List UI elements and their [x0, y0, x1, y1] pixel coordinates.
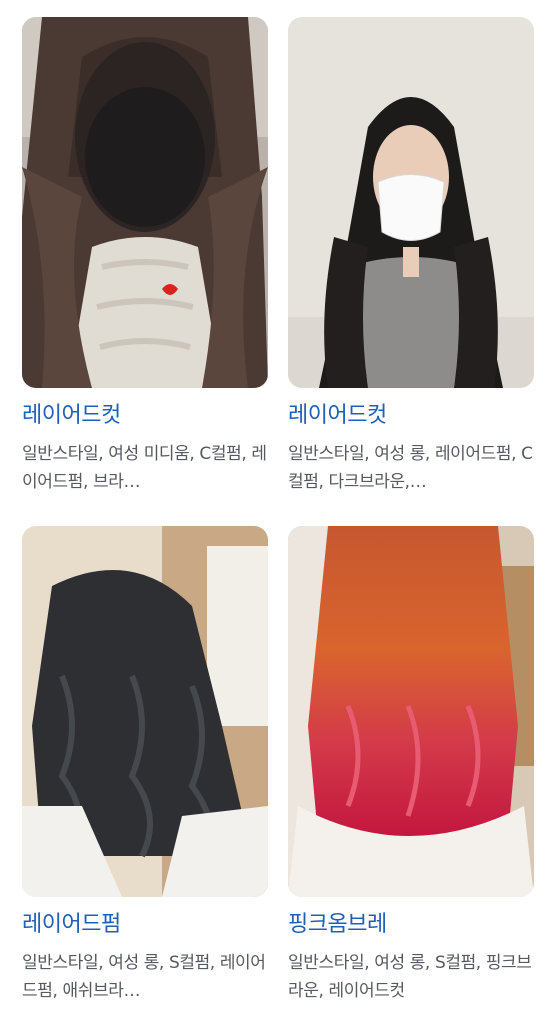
result-title[interactable]: 레이어드펌 [22, 910, 268, 940]
result-description: 일반스타일, 여성 롱, S컬펌, 핑크브라운, 레이어드컷 [288, 953, 532, 1001]
result-card[interactable]: 레이어드펌 일반스타일, 여성 롱, S컬펌, 레이어드펌, 애쉬브라… [22, 526, 268, 1005]
result-title[interactable]: 레이어드컷 [288, 401, 534, 431]
result-title[interactable]: 레이어드컷 [22, 401, 268, 431]
result-thumbnail[interactable] [288, 17, 534, 388]
result-description: 일반스타일, 여성 롱, 레이어드펌, C컬펌, 다크브라운,… [288, 444, 533, 492]
hairstyle-photo [288, 17, 534, 388]
result-card[interactable]: 핑크옴브레 일반스타일, 여성 롱, S컬펌, 핑크브라운, 레이어드컷 [288, 526, 534, 1005]
result-description: 일반스타일, 여성 롱, S컬펌, 레이어드펌, 애쉬브라… [22, 953, 266, 1001]
result-thumbnail[interactable] [22, 17, 268, 388]
result-card[interactable]: 레이어드컷 일반스타일, 여성 롱, 레이어드펌, C컬펌, 다크브라운,… [288, 17, 534, 496]
result-thumbnail[interactable] [22, 526, 268, 897]
hairstyle-photo [22, 526, 268, 897]
hairstyle-results-grid: 레이어드컷 일반스타일, 여성 미디움, C컬펌, 레이어드펌, 브라… 레이어… [22, 17, 534, 1005]
hairstyle-photo [288, 526, 534, 897]
result-title[interactable]: 핑크옴브레 [288, 910, 534, 940]
hairstyle-photo [22, 17, 268, 388]
result-description: 일반스타일, 여성 미디움, C컬펌, 레이어드펌, 브라… [22, 444, 267, 492]
result-card[interactable]: 레이어드컷 일반스타일, 여성 미디움, C컬펌, 레이어드펌, 브라… [22, 17, 268, 496]
result-thumbnail[interactable] [288, 526, 534, 897]
